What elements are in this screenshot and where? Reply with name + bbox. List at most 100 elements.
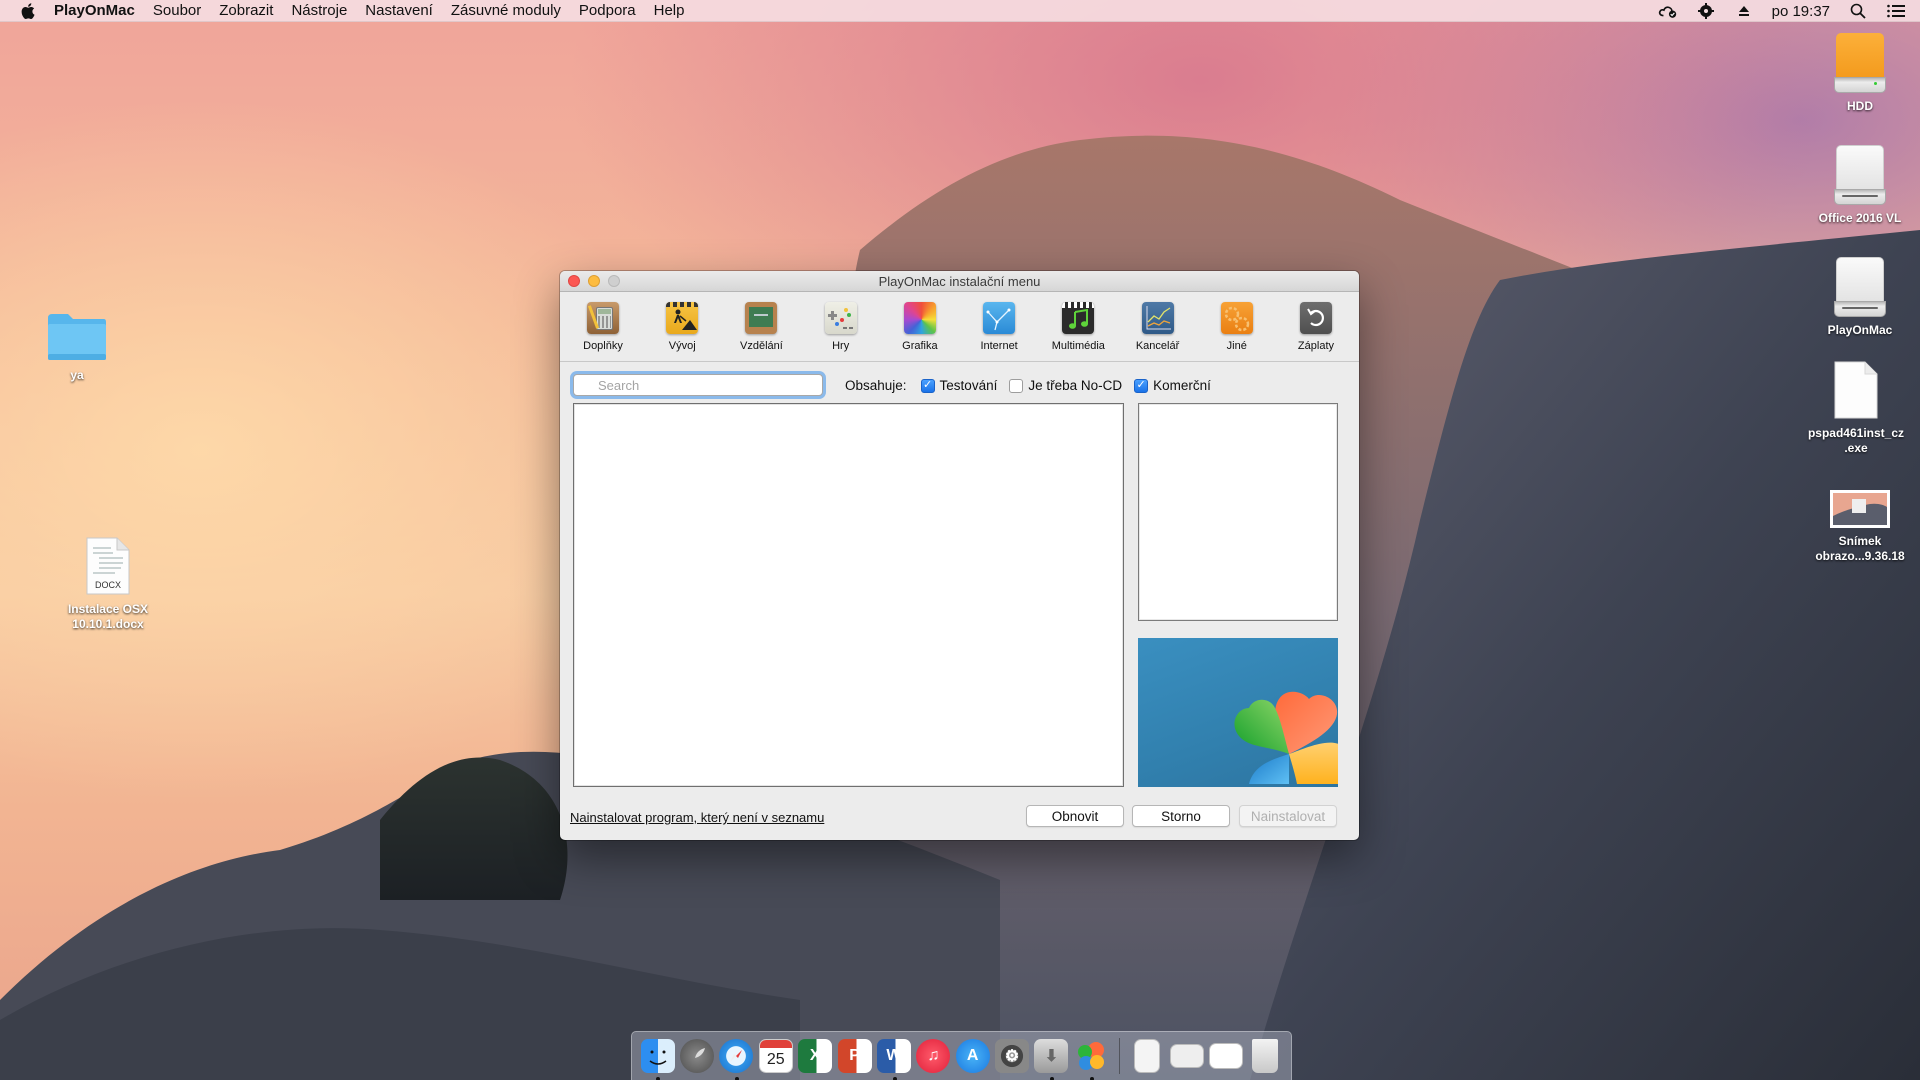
dock-finder[interactable]: [638, 1036, 677, 1080]
desktop-icon-label: HDD: [1847, 99, 1873, 113]
games-icon: [824, 302, 857, 334]
desktop-icon-playonmac-drive[interactable]: PlayOnMac: [1800, 257, 1920, 338]
menu-nastaveni[interactable]: Nastavení: [365, 2, 433, 19]
install-unlisted-program-link[interactable]: Nainstalovat program, který není v sezna…: [570, 810, 824, 825]
dock-installer[interactable]: ⬇: [1032, 1036, 1071, 1080]
category-vyvoj[interactable]: Vývoj: [652, 293, 712, 361]
refresh-button[interactable]: Obnovit: [1026, 805, 1124, 827]
filter-label: Obsahuje:: [845, 378, 907, 393]
dock-stack-downloads[interactable]: [1167, 1036, 1206, 1076]
category-kancelar[interactable]: Kancelář: [1128, 293, 1188, 361]
desktop-icon-label: ya: [70, 368, 84, 382]
dock-itunes[interactable]: ♫: [914, 1036, 953, 1076]
dock: 25 X P W ♫ A ⚙ ⬇: [631, 1031, 1292, 1080]
dock-launchpad[interactable]: [678, 1036, 717, 1076]
category-vzdelani[interactable]: Vzdělání: [731, 293, 791, 361]
education-icon: [745, 302, 778, 334]
program-description-panel: [1138, 403, 1338, 621]
menu-zasuvne-moduly[interactable]: Zásuvné moduly: [451, 2, 561, 19]
gear-icon[interactable]: [1696, 3, 1716, 19]
desktop-icon-hdd[interactable]: HDD: [1800, 33, 1920, 114]
dock-system-preferences[interactable]: ⚙: [993, 1036, 1032, 1076]
accessories-icon: [587, 302, 619, 334]
app-store-icon: A: [955, 1039, 990, 1073]
desktop-icon-screenshot[interactable]: Snímek obrazo...9.36.18: [1800, 490, 1920, 564]
install-button: Nainstalovat: [1239, 805, 1337, 827]
category-label: Vzdělání: [740, 340, 783, 352]
category-label: Internet: [980, 340, 1018, 352]
dock-stack-recent[interactable]: [1207, 1036, 1246, 1076]
close-window-button[interactable]: [568, 275, 580, 287]
category-label: Grafika: [902, 340, 938, 352]
calendar-date: 25: [766, 1051, 785, 1068]
checkbox-unchecked-icon[interactable]: [1009, 378, 1024, 393]
window-footer: Nainstalovat program, který není v sezna…: [560, 801, 1359, 831]
itunes-music-icon: ♫: [916, 1039, 951, 1073]
menu-clock[interactable]: po 19:37: [1772, 3, 1830, 20]
dock-app-store[interactable]: A: [953, 1036, 992, 1076]
category-hry[interactable]: Hry: [811, 293, 871, 361]
desktop-icon-folder-ya[interactable]: ya: [17, 312, 137, 383]
installer-icon: ⬇: [1034, 1039, 1069, 1073]
dock-word[interactable]: W: [875, 1036, 914, 1080]
category-toolbar: Doplňky Vývoj Vzdělání Hry Grafika Inter…: [560, 293, 1359, 362]
category-zaplaty[interactable]: Záplaty: [1286, 293, 1346, 361]
filter-no-cd-checkbox[interactable]: Je třeba No-CD: [1009, 378, 1122, 393]
category-multimedia[interactable]: Multimédia: [1048, 293, 1108, 361]
dock-separator: [1118, 1038, 1120, 1074]
apple-menu-icon[interactable]: [20, 2, 36, 20]
dock-stack-documents[interactable]: [1128, 1036, 1167, 1076]
spotlight-search-icon[interactable]: [1848, 3, 1868, 19]
category-doplnky[interactable]: Doplňky: [573, 293, 633, 361]
notification-center-icon[interactable]: [1886, 3, 1906, 19]
menu-nastroje[interactable]: Nástroje: [291, 2, 347, 19]
creative-cloud-icon[interactable]: [1658, 3, 1678, 19]
program-list[interactable]: [573, 403, 1124, 787]
checkbox-label: Je třeba No-CD: [1028, 378, 1123, 393]
category-grafika[interactable]: Grafika: [890, 293, 950, 361]
checkbox-label: Komerční: [1153, 378, 1211, 393]
checkbox-checked-icon[interactable]: ✓: [1134, 378, 1149, 393]
dock-trash[interactable]: [1246, 1036, 1285, 1076]
recent-stack-icon: [1208, 1043, 1243, 1069]
filter-komercni-checkbox[interactable]: ✓ Komerční: [1134, 378, 1211, 393]
screenshot-thumbnail-icon: [1830, 490, 1890, 528]
filter-testovani-checkbox[interactable]: ✓ Testování: [920, 378, 998, 393]
menu-soubor[interactable]: Soubor: [153, 2, 201, 19]
dock-safari[interactable]: [717, 1036, 756, 1080]
folder-icon: [48, 314, 106, 360]
desktop-icon-label: Snímek obrazo...9.36.18: [1815, 534, 1905, 563]
category-jine[interactable]: Jiné: [1207, 293, 1267, 361]
desktop-icon-office-2016-vl[interactable]: Office 2016 VL: [1800, 145, 1920, 226]
category-label: Multimédia: [1051, 340, 1105, 352]
desktop-icon-label: PlayOnMac: [1827, 323, 1893, 337]
dock-playonmac[interactable]: [1072, 1036, 1111, 1080]
search-input[interactable]: [573, 374, 823, 396]
cancel-button[interactable]: Storno: [1132, 805, 1230, 827]
desktop-icon-label: pspad461inst_cz .exe: [1807, 426, 1905, 455]
category-internet[interactable]: Internet: [969, 293, 1029, 361]
category-label: Vývoj: [668, 340, 696, 352]
menu-zobrazit[interactable]: Zobrazit: [219, 2, 273, 19]
dock-powerpoint[interactable]: P: [835, 1036, 874, 1076]
checkbox-label: Testování: [939, 378, 998, 393]
menu-app-playonmac[interactable]: PlayOnMac: [54, 2, 135, 19]
checkbox-checked-icon[interactable]: ✓: [920, 378, 935, 393]
playonmac-clover-icon: [1077, 1042, 1104, 1070]
menu-podpora[interactable]: Podpora: [579, 2, 636, 19]
menu-help[interactable]: Help: [654, 2, 685, 19]
desktop-icon-docx[interactable]: DOCX Instalace OSX 10.10.1.docx: [48, 536, 168, 632]
dock-calendar[interactable]: 25: [757, 1036, 796, 1076]
safari-compass-icon: [719, 1039, 754, 1073]
dock-excel[interactable]: X: [796, 1036, 835, 1076]
desktop-icon-pspad-exe[interactable]: pspad461inst_cz .exe: [1796, 360, 1916, 456]
disk-image-drive-icon: [1834, 257, 1886, 317]
excel-icon: X: [798, 1039, 833, 1073]
minimize-window-button[interactable]: [588, 275, 600, 287]
window-titlebar[interactable]: PlayOnMac instalační menu: [560, 271, 1359, 292]
playonmac-clover-icon: [1234, 691, 1338, 784]
window-title: PlayOnMac instalační menu: [878, 273, 1041, 289]
patches-icon: [1299, 302, 1332, 334]
eject-icon[interactable]: [1734, 3, 1754, 19]
downloads-stack-icon: [1169, 1044, 1204, 1068]
